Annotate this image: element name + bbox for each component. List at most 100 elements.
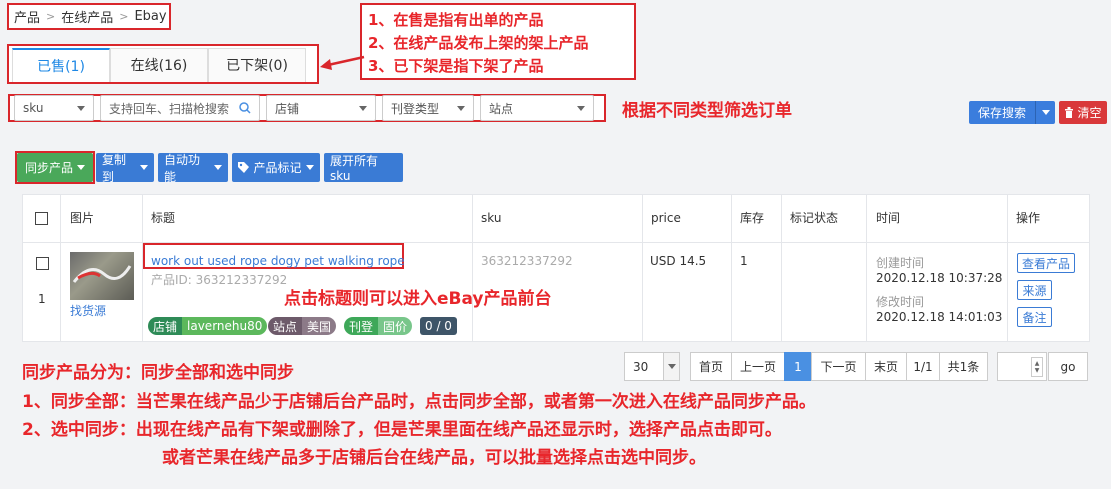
header-stock: 库存 [740,211,765,225]
header-time: 时间 [876,211,901,225]
tab-delisted[interactable]: 已下架(0) [208,48,306,82]
column-divider [1007,194,1008,342]
breadcrumb-item-online-products[interactable]: 在线产品 [61,7,113,26]
created-label: 创建时间 [876,256,925,270]
first-page-button[interactable]: 首页 [690,352,732,381]
view-product-button[interactable]: 查看产品 [1017,253,1075,273]
modified-time: 2020.12.18 14:01:03 [876,310,1003,324]
count-badge: 0 / 0 [420,317,457,335]
tag-icon [238,162,250,173]
column-divider [866,194,867,342]
site-select-label: 站点 [489,101,514,116]
save-search-label: 保存搜索 [977,106,1026,120]
tab-online[interactable]: 在线(16) [110,48,208,82]
caret-down-icon [214,165,222,170]
save-search-dropdown[interactable] [1035,101,1055,124]
auto-function-button[interactable]: 自动功能 [158,152,228,184]
spinner-icon[interactable]: ▲ ▼ [1031,356,1043,377]
listing-tag: 刊登 固价 [344,317,413,335]
find-source-link[interactable]: 找货源 [70,302,106,319]
sku-select[interactable]: sku [14,95,94,121]
annotation-sync-title: 同步产品分为：同步全部和选中同步 [22,363,294,383]
site-select[interactable]: 站点 [480,95,594,121]
clear-button[interactable]: 清空 [1059,101,1107,124]
chevron-right-icon: > [119,10,129,23]
auto-function-label: 自动功能 [164,152,201,184]
listing-type-select[interactable]: 刊登类型 [382,95,474,121]
store-select-label: 店铺 [275,101,300,116]
breadcrumb: 产品 > 在线产品 > Ebay [7,3,171,30]
copy-to-label: 复制到 [102,152,127,184]
chevron-down-icon [663,353,679,380]
row-checkbox[interactable] [36,257,49,270]
caret-down-icon [457,105,465,111]
page-size-select[interactable]: 30 [624,352,680,381]
sku-select-label: sku [23,101,44,115]
listing-type-label: 刊登类型 [391,101,440,116]
search-icon [239,102,251,114]
remark-button[interactable]: 备注 [1017,307,1052,327]
search-input[interactable]: 支持回车、扫描枪搜索 [100,95,260,121]
product-mark-label: 产品标记 [253,161,302,175]
rope-image [72,265,132,283]
row-stock: 1 [740,254,748,268]
total-count: 共1条 [939,352,988,381]
store-select[interactable]: 店铺 [266,95,376,121]
page-jump-input[interactable]: ▲ ▼ [997,352,1047,381]
caret-down-icon [77,105,85,111]
column-divider [60,194,61,342]
header-image: 图片 [70,211,95,225]
next-page-button[interactable]: 下一页 [811,352,866,381]
count-badge-value: 0 / 0 [425,319,452,333]
site-tag-label: 站点 [268,317,303,335]
sync-button-highlight [15,151,95,184]
prev-page-button[interactable]: 上一页 [731,352,785,381]
product-thumbnail[interactable] [70,252,134,300]
go-button[interactable]: go [1048,352,1088,381]
page-size-value: 30 [633,359,649,374]
last-page-button[interactable]: 末页 [865,352,907,381]
annotation-sync-all: 1、同步全部：当芒果在线产品少于店铺后台产品时，点击同步全部，或者第一次进入在线… [22,392,816,412]
caret-down-icon [577,105,585,111]
select-all-checkbox[interactable] [35,212,48,225]
filter-bar: sku 支持回车、扫描枪搜索 店铺 刊登类型 站点 [8,94,606,122]
annotation-sync-batch: 或者芒果在线产品多于店铺后台在线产品，可以批量选择点击选中同步。 [162,448,706,468]
status-tabs: 已售(1) 在线(16) 已下架(0) [12,48,306,82]
page-info: 1/1 [906,352,940,381]
header-mark-status: 标记状态 [790,211,839,225]
annotation-sync-selected: 2、选中同步：出现在线产品有下架或删除了，但是芒果里面在线产品还显示时，选择产品… [22,420,782,440]
source-button[interactable]: 来源 [1017,280,1052,300]
column-divider [731,194,732,342]
site-tag-value: 美国 [302,317,337,335]
column-divider [642,194,643,342]
caret-down-icon [1041,110,1050,115]
product-id: 产品ID: 363212337292 [151,273,288,287]
site-tag: 站点 美国 [268,317,337,335]
annotation-filter: 根据不同类型筛选订单 [622,101,792,121]
search-placeholder: 支持回车、扫描枪搜索 [109,101,230,116]
save-search-button[interactable]: 保存搜索 [969,101,1055,124]
page-1-button[interactable]: 1 [784,352,812,381]
header-title: 标题 [151,211,176,225]
header-actions: 操作 [1016,211,1041,225]
created-time: 2020.12.18 10:37:28 [876,271,1003,285]
row-price: USD 14.5 [650,254,707,268]
store-tag-label: 店铺 [148,317,183,335]
listing-tag-value: 固价 [378,317,413,335]
annotation-tabs-explanation: 1、在售是指有出单的产品 2、在线产品发布上架的架上产品 3、已下架是指下架了产… [360,3,636,80]
expand-all-sku-button[interactable]: 展开所有sku [324,153,403,183]
caret-down-icon [359,105,367,111]
breadcrumb-item-products[interactable]: 产品 [14,7,40,26]
tab-sold[interactable]: 已售(1) [12,48,110,82]
listing-tag-label: 刊登 [344,317,379,335]
product-mark-button[interactable]: 产品标记 [232,153,320,182]
annotation-line: 3、已下架是指下架了产品 [368,57,544,75]
copy-to-button[interactable]: 复制到 [96,152,154,184]
clear-label: 清空 [1077,106,1102,120]
annotation-title-hint: 点击标题则可以进入eBay产品前台 [284,289,552,309]
column-divider [781,194,782,342]
modified-label: 修改时间 [876,295,925,309]
product-title-link[interactable]: work out used rope dogy pet walking rope [151,254,405,268]
chevron-right-icon: > [46,10,56,23]
header-sku: sku [481,211,502,225]
